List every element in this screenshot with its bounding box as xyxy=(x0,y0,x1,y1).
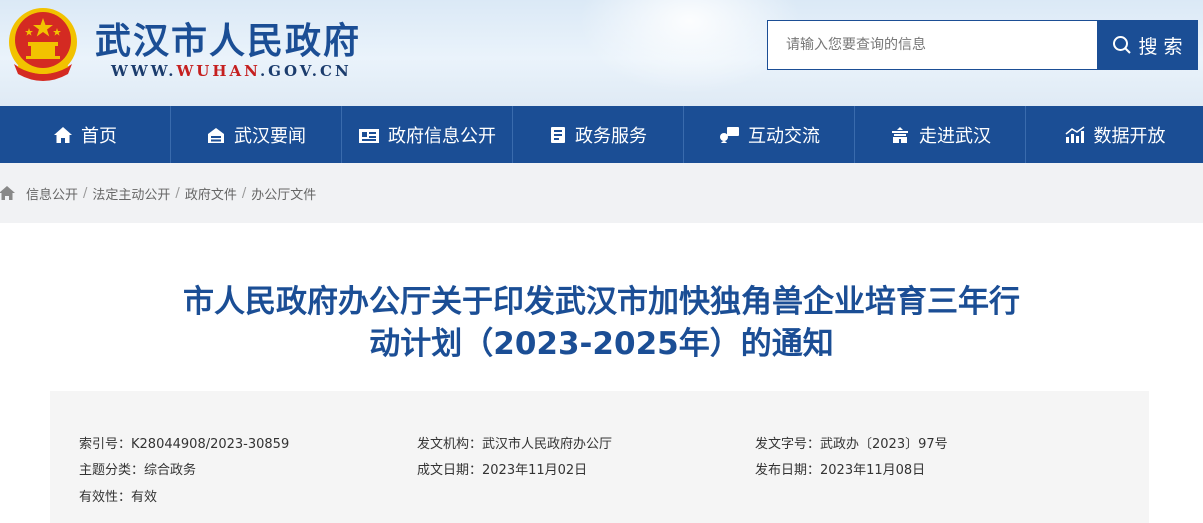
meta-issuer: 发文机构：武汉市人民政府办公厅 xyxy=(417,433,612,452)
document-meta: 索引号：K28044908/2023-30859 发文机构：武汉市人民政府办公厅… xyxy=(50,391,1149,523)
breadcrumb-item[interactable]: 政府文件 xyxy=(185,184,237,203)
meta-value: K28044908/2023-30859 xyxy=(131,437,290,452)
breadcrumb-separator: / xyxy=(83,185,88,201)
nav-item-wuhan-news[interactable]: 武汉要闻 xyxy=(171,106,342,163)
meta-label: 发文字号： xyxy=(755,437,821,452)
service-icon xyxy=(551,126,565,143)
breadcrumb-item[interactable]: 办公厅文件 xyxy=(251,184,316,203)
breadcrumb-home-icon[interactable] xyxy=(0,185,16,201)
breadcrumb-separator: / xyxy=(241,185,247,201)
meta-doc-number: 发文字号：武政办〔2023〕97号 xyxy=(755,433,948,452)
site-title[interactable]: 武汉市人民政府 xyxy=(95,12,361,64)
site-url-prefix: WWW. xyxy=(111,62,177,80)
breadcrumb-item[interactable]: 法定主动公开 xyxy=(92,184,170,203)
meta-label: 发布日期： xyxy=(755,463,821,478)
nav-item-label: 政务服务 xyxy=(575,125,647,147)
breadcrumb-separator: / xyxy=(175,185,180,201)
nav-item-open-data[interactable]: 数据开放 xyxy=(1026,106,1203,163)
document-title: 市人民政府办公厅关于印发武汉市加快独角兽企业培育三年行 动计划（2023-202… xyxy=(100,281,1103,365)
breadcrumb-item[interactable]: 信息公开 xyxy=(26,184,78,203)
site-url-highlight: WUHAN xyxy=(176,62,260,80)
meta-value: 武汉市人民政府办公厅 xyxy=(482,437,613,452)
document-title-line1: 市人民政府办公厅关于印发武汉市加快独角兽企业培育三年行 xyxy=(183,284,1020,320)
site-url: WWW.WUHAN.GOV.CN xyxy=(111,62,352,80)
building-icon xyxy=(892,126,908,143)
meta-value: 综合政务 xyxy=(144,463,197,478)
main-nav: 首页 武汉要闻 政府信息公开 政务服务 互动交流 走进武汉 数据开放 xyxy=(0,106,1203,163)
chat-icon xyxy=(720,126,739,143)
meta-label: 主题分类： xyxy=(79,463,145,478)
nav-item-label: 互动交流 xyxy=(748,125,820,147)
nav-item-label: 武汉要闻 xyxy=(234,125,306,147)
meta-published-date: 发布日期：2023年11月08日 xyxy=(755,459,925,478)
nav-item-explore-wuhan[interactable]: 走进武汉 xyxy=(855,106,1026,163)
meta-topic: 主题分类：综合政务 xyxy=(79,459,196,478)
news-icon xyxy=(208,127,224,143)
meta-label: 发文机构： xyxy=(417,437,483,452)
meta-value: 武政办〔2023〕97号 xyxy=(820,437,948,452)
nav-item-interaction[interactable]: 互动交流 xyxy=(684,106,855,163)
meta-validity: 有效性：有效 xyxy=(79,486,157,505)
nav-item-home[interactable]: 首页 xyxy=(0,106,171,163)
meta-index: 索引号：K28044908/2023-30859 xyxy=(79,433,289,452)
national-emblem-icon[interactable] xyxy=(4,4,82,84)
document-title-line2: 动计划（2023-2025年）的通知 xyxy=(369,326,834,362)
meta-created-date: 成文日期：2023年11月02日 xyxy=(417,459,587,478)
meta-label: 有效性： xyxy=(79,490,132,505)
site-header: 武汉市人民政府 WWW.WUHAN.GOV.CN 搜 索 xyxy=(0,0,1203,106)
meta-value: 2023年11月08日 xyxy=(820,463,926,478)
search-icon xyxy=(1113,36,1132,54)
search-box xyxy=(767,20,1097,70)
search-button[interactable]: 搜 索 xyxy=(1097,20,1198,70)
meta-value: 有效 xyxy=(131,490,158,505)
site-url-suffix: .GOV.CN xyxy=(259,62,352,80)
meta-label: 成文日期： xyxy=(417,463,483,478)
nav-item-label: 政府信息公开 xyxy=(388,125,496,147)
home-icon xyxy=(54,126,72,143)
chart-icon xyxy=(1065,125,1084,143)
info-icon xyxy=(359,128,379,143)
meta-value: 2023年11月02日 xyxy=(482,463,588,478)
nav-item-gov-info[interactable]: 政府信息公开 xyxy=(342,106,513,163)
nav-item-label: 首页 xyxy=(81,125,117,147)
nav-item-label: 走进武汉 xyxy=(919,125,991,147)
search-button-label: 搜 索 xyxy=(1138,35,1183,58)
breadcrumb: 信息公开 / 法定主动公开 / 政府文件 / 办公厅文件 xyxy=(0,163,1203,223)
nav-item-gov-service[interactable]: 政务服务 xyxy=(513,106,684,163)
meta-label: 索引号： xyxy=(79,437,132,452)
main-content: 市人民政府办公厅关于印发武汉市加快独角兽企业培育三年行 动计划（2023-202… xyxy=(0,223,1203,523)
search-input[interactable] xyxy=(768,21,1097,69)
nav-item-label: 数据开放 xyxy=(1093,125,1166,147)
